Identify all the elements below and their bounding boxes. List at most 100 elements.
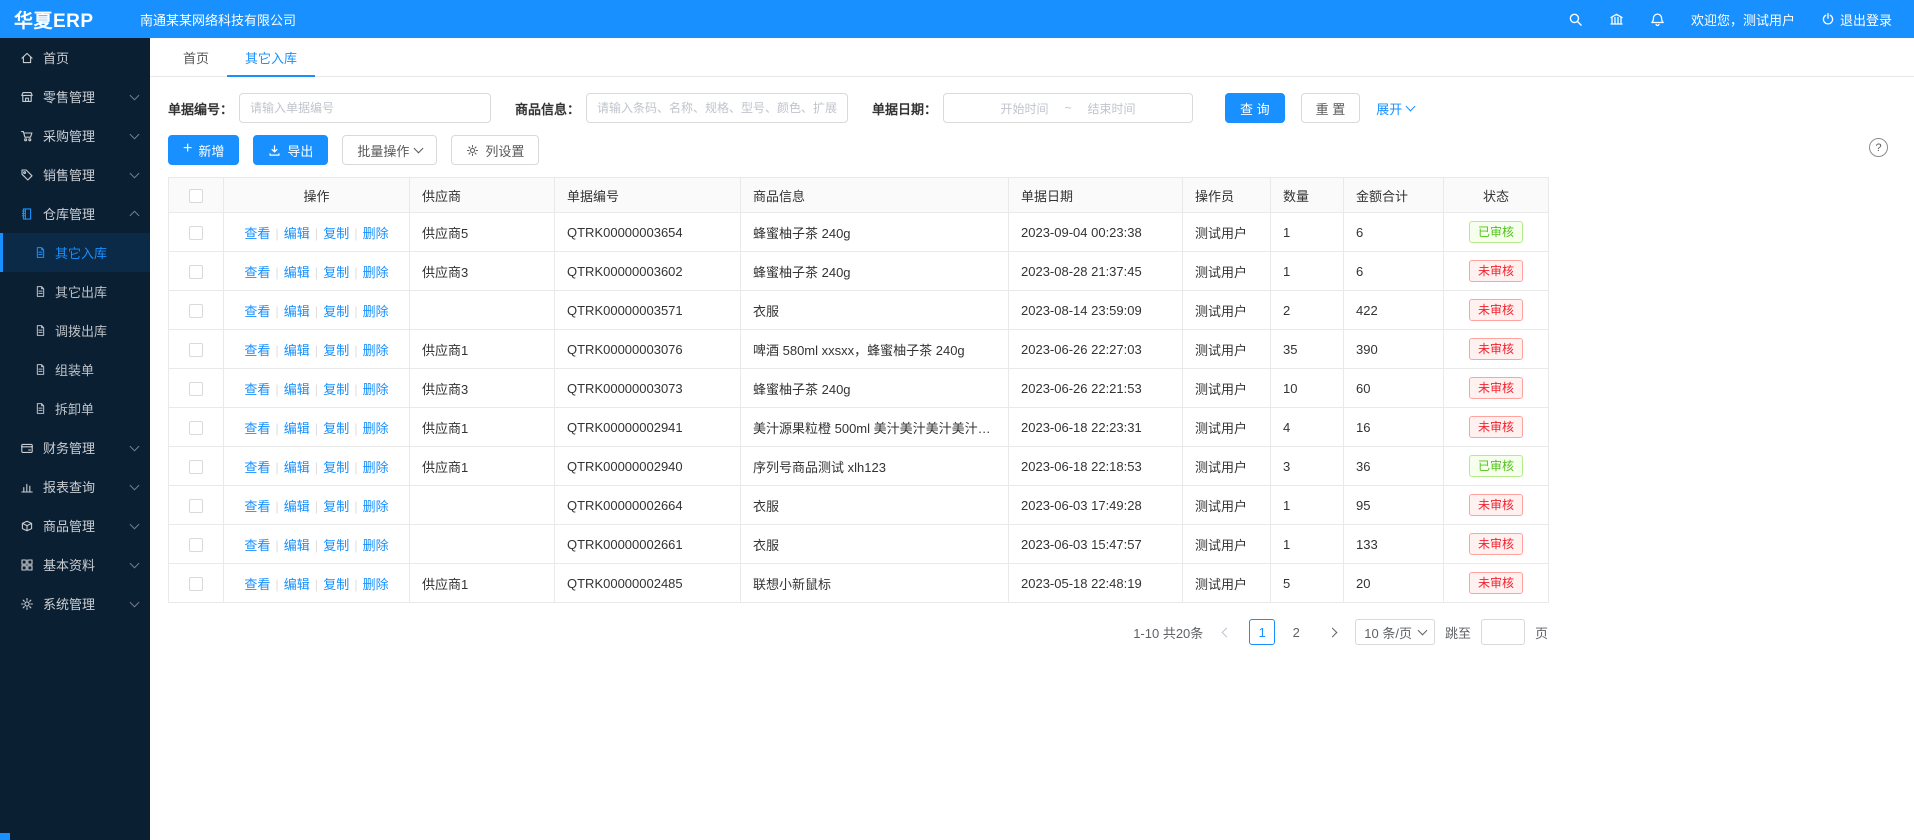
action-edit[interactable]: 编辑 — [284, 577, 310, 592]
sidebar-item-label: 报表查询 — [43, 477, 95, 496]
reset-button[interactable]: 重 置 — [1301, 93, 1361, 123]
sidebar-subitem-disassembly-order[interactable]: 拆卸单 — [0, 389, 150, 428]
date-range-picker[interactable]: 开始时间 ~ 结束时间 — [943, 93, 1193, 123]
action-copy[interactable]: 复制 — [323, 499, 349, 514]
action-view[interactable]: 查看 — [244, 226, 270, 241]
action-delete[interactable]: 删除 — [363, 460, 389, 475]
sidebar-item-system[interactable]: 系统管理 — [0, 584, 150, 623]
add-button[interactable]: + 新增 — [168, 135, 239, 165]
jump-to-input[interactable] — [1481, 619, 1525, 645]
action-edit[interactable]: 编辑 — [284, 265, 310, 280]
action-delete[interactable]: 删除 — [363, 421, 389, 436]
page-button-1[interactable]: 1 — [1249, 619, 1275, 645]
action-edit[interactable]: 编辑 — [284, 226, 310, 241]
product-info-input[interactable] — [586, 93, 848, 123]
action-copy[interactable]: 复制 — [323, 538, 349, 553]
action-edit[interactable]: 编辑 — [284, 382, 310, 397]
action-copy[interactable]: 复制 — [323, 226, 349, 241]
toolbar: + 新增 导出 批量操作 列设置 — [168, 135, 1896, 165]
action-copy[interactable]: 复制 — [323, 382, 349, 397]
select-all-checkbox[interactable] — [189, 189, 203, 203]
action-delete[interactable]: 删除 — [363, 499, 389, 514]
prev-page-button[interactable] — [1213, 619, 1239, 645]
search-button[interactable]: 查 询 — [1225, 93, 1285, 123]
sidebar-item-goods[interactable]: 商品管理 — [0, 506, 150, 545]
sidebar-item-home[interactable]: 首页 — [0, 38, 150, 77]
action-view[interactable]: 查看 — [244, 577, 270, 592]
action-delete[interactable]: 删除 — [363, 382, 389, 397]
action-view[interactable]: 查看 — [244, 499, 270, 514]
action-view[interactable]: 查看 — [244, 382, 270, 397]
action-view[interactable]: 查看 — [244, 304, 270, 319]
row-checkbox[interactable] — [189, 460, 203, 474]
row-checkbox[interactable] — [189, 421, 203, 435]
action-copy[interactable]: 复制 — [323, 304, 349, 319]
sidebar-item-basic-data[interactable]: 基本资料 — [0, 545, 150, 584]
expand-toggle[interactable]: 展开 — [1376, 99, 1414, 118]
action-delete[interactable]: 删除 — [363, 226, 389, 241]
column-settings-button[interactable]: 列设置 — [451, 135, 539, 165]
row-checkbox[interactable] — [189, 499, 203, 513]
help-icon[interactable]: ? — [1869, 138, 1888, 157]
row-checkbox[interactable] — [189, 538, 203, 552]
action-view[interactable]: 查看 — [244, 460, 270, 475]
sidebar-scrollbar-thumb[interactable] — [0, 833, 10, 840]
logout-button[interactable]: 退出登录 — [1821, 10, 1892, 29]
action-divider: | — [275, 577, 278, 592]
sidebar-subitem-transfer-outbound[interactable]: 调拨出库 — [0, 311, 150, 350]
export-button[interactable]: 导出 — [253, 135, 328, 165]
action-edit[interactable]: 编辑 — [284, 304, 310, 319]
action-edit[interactable]: 编辑 — [284, 499, 310, 514]
order-no-input[interactable] — [239, 93, 491, 123]
action-edit[interactable]: 编辑 — [284, 421, 310, 436]
next-page-button[interactable] — [1319, 619, 1345, 645]
sidebar-subitem-other-inbound[interactable]: 其它入库 — [0, 233, 150, 272]
row-checkbox[interactable] — [189, 265, 203, 279]
columns-label: 列设置 — [485, 141, 524, 160]
sidebar-item-purchase[interactable]: 采购管理 — [0, 116, 150, 155]
action-edit[interactable]: 编辑 — [284, 460, 310, 475]
sidebar-item-sales[interactable]: 销售管理 — [0, 155, 150, 194]
action-delete[interactable]: 删除 — [363, 577, 389, 592]
sidebar-item-warehouse[interactable]: 仓库管理 — [0, 194, 150, 233]
sidebar-subitem-other-outbound[interactable]: 其它出库 — [0, 272, 150, 311]
action-delete[interactable]: 删除 — [363, 265, 389, 280]
doc-icon — [34, 363, 47, 376]
action-view[interactable]: 查看 — [244, 421, 270, 436]
action-edit[interactable]: 编辑 — [284, 538, 310, 553]
action-view[interactable]: 查看 — [244, 538, 270, 553]
action-copy[interactable]: 复制 — [323, 421, 349, 436]
sidebar-item-reports[interactable]: 报表查询 — [0, 467, 150, 506]
bank-icon[interactable] — [1609, 12, 1624, 27]
row-select-cell — [169, 252, 224, 291]
action-view[interactable]: 查看 — [244, 343, 270, 358]
bell-icon[interactable] — [1650, 12, 1665, 27]
action-edit[interactable]: 编辑 — [284, 343, 310, 358]
action-delete[interactable]: 删除 — [363, 304, 389, 319]
sidebar-item-retail[interactable]: 零售管理 — [0, 77, 150, 116]
sidebar-subitem-assembly-order[interactable]: 组装单 — [0, 350, 150, 389]
action-copy[interactable]: 复制 — [323, 265, 349, 280]
row-checkbox[interactable] — [189, 343, 203, 357]
jump-to-label: 跳至 — [1445, 623, 1471, 642]
data-table: 操作供应商单据编号商品信息单据日期操作员数量金额合计状态 查看|编辑|复制|删除… — [168, 177, 1896, 603]
cell-product-info: 美汁源果粒橙 500ml 美汁美汁美汁美汁美汁美... — [741, 408, 1009, 447]
cell-total-amount: 20 — [1344, 564, 1444, 603]
action-delete[interactable]: 删除 — [363, 343, 389, 358]
action-copy[interactable]: 复制 — [323, 343, 349, 358]
row-checkbox[interactable] — [189, 226, 203, 240]
row-checkbox[interactable] — [189, 577, 203, 591]
action-copy[interactable]: 复制 — [323, 577, 349, 592]
action-view[interactable]: 查看 — [244, 265, 270, 280]
search-icon[interactable] — [1568, 12, 1583, 27]
page-size-select[interactable]: 10 条/页 — [1355, 619, 1435, 645]
page-button-2[interactable]: 2 — [1283, 619, 1309, 645]
tab-other-inbound[interactable]: 其它入库 — [227, 38, 315, 76]
tab-home[interactable]: 首页 — [165, 38, 227, 76]
row-checkbox[interactable] — [189, 304, 203, 318]
row-checkbox[interactable] — [189, 382, 203, 396]
sidebar-item-finance[interactable]: 财务管理 — [0, 428, 150, 467]
action-delete[interactable]: 删除 — [363, 538, 389, 553]
action-copy[interactable]: 复制 — [323, 460, 349, 475]
batch-actions-button[interactable]: 批量操作 — [342, 135, 437, 165]
